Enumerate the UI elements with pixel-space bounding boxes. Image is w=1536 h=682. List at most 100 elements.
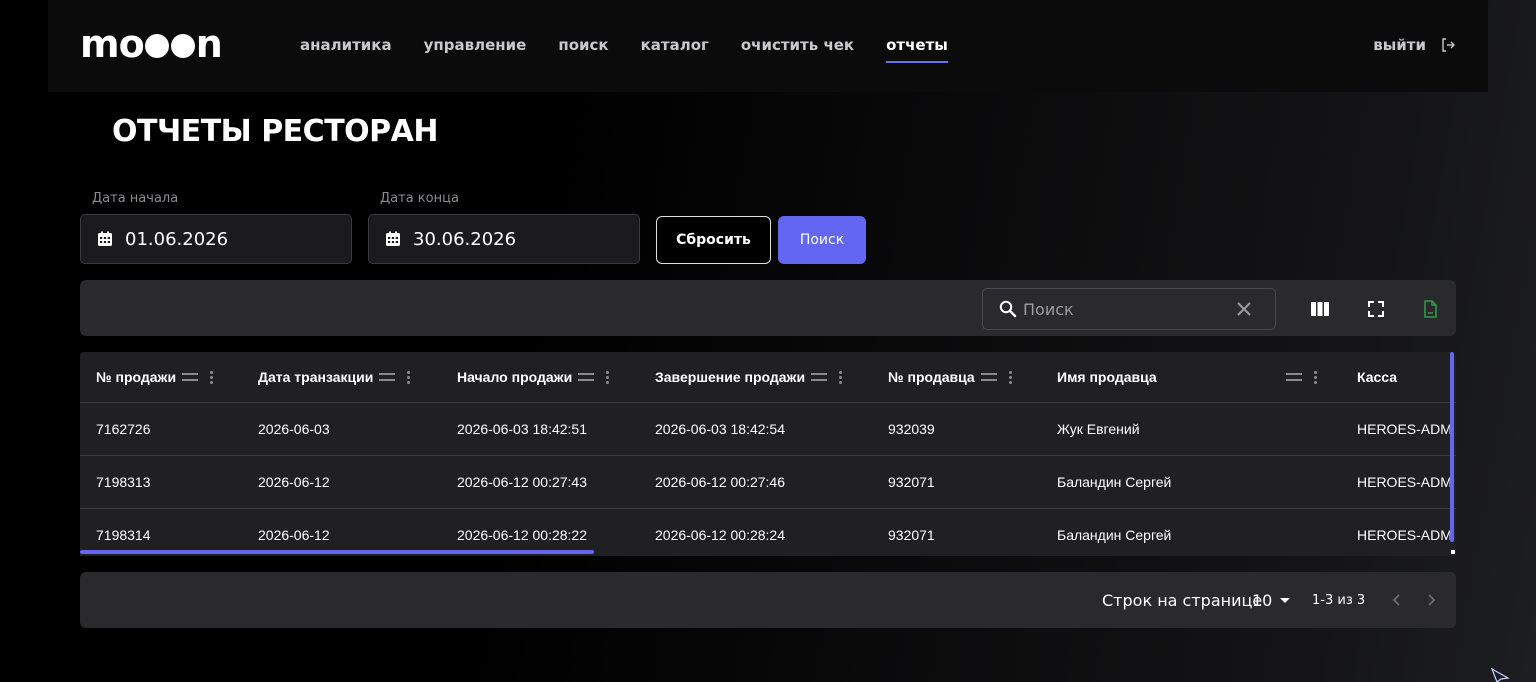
cell-sale-start: 2026-06-12 00:27:43 — [457, 474, 587, 490]
column-header-register[interactable]: Касса — [1357, 352, 1397, 402]
logout-button[interactable]: выйти — [1373, 36, 1456, 54]
cell-seller-name: Баландин Сергей — [1057, 527, 1172, 543]
vertical-scrollbar[interactable] — [1450, 352, 1454, 542]
horizontal-scrollbar[interactable] — [80, 550, 594, 554]
cell-seller-number: 932039 — [888, 421, 935, 437]
cell-transaction-date: 2026-06-12 — [258, 527, 330, 543]
start-date-field[interactable]: 01.06.2026 — [80, 214, 352, 264]
table-row[interactable]: 7198313 2026-06-12 2026-06-12 00:27:43 2… — [80, 456, 1456, 509]
rows-per-page-value: 10 — [1252, 591, 1273, 610]
nav-item-analytics[interactable]: аналитика — [300, 36, 392, 60]
cell-sale-start: 2026-06-12 00:28:22 — [457, 527, 587, 543]
sort-icon[interactable] — [811, 373, 828, 381]
search-button[interactable]: Поиск — [778, 216, 866, 264]
end-date-field[interactable]: 30.06.2026 — [368, 214, 640, 264]
table-row[interactable]: 7198314 2026-06-12 2026-06-12 00:28:22 2… — [80, 509, 1456, 556]
column-menu-icon[interactable] — [1008, 370, 1012, 384]
clear-search-icon[interactable] — [1235, 300, 1253, 318]
cell-sale-number: 7198314 — [96, 527, 151, 543]
top-navbar: mo n аналитика управление поиск каталог о… — [48, 0, 1488, 92]
cell-transaction-date: 2026-06-12 — [258, 474, 330, 490]
column-menu-icon[interactable] — [839, 370, 843, 384]
nav-item-reports[interactable]: отчеты — [886, 36, 948, 63]
calendar-icon — [98, 231, 112, 246]
column-menu-icon[interactable] — [606, 370, 610, 384]
column-header-sale-start[interactable]: Начало продажи — [457, 352, 610, 402]
nav-item-management[interactable]: управление — [424, 36, 527, 60]
start-date-value: 01.06.2026 — [125, 228, 229, 250]
next-page-icon[interactable] — [1424, 592, 1438, 608]
cell-sale-number: 7198313 — [96, 474, 151, 490]
scrollbar-corner — [1451, 550, 1455, 554]
column-header-sale-end[interactable]: Завершение продажи — [655, 352, 843, 402]
table-search-box — [982, 288, 1276, 330]
end-date-value: 30.06.2026 — [413, 228, 517, 250]
column-header-seller-number[interactable]: № продавца — [888, 352, 1012, 402]
reset-button[interactable]: Сбросить — [656, 216, 771, 264]
cell-seller-name: Баландин Сергей — [1057, 474, 1172, 490]
nav-item-search[interactable]: поиск — [558, 36, 608, 60]
column-header-seller-name-controls — [1280, 352, 1317, 402]
column-menu-icon[interactable] — [407, 370, 411, 384]
column-header-label: Завершение продажи — [655, 369, 806, 385]
sort-icon[interactable] — [182, 373, 199, 381]
app-logo[interactable]: mo n — [80, 22, 223, 66]
column-menu-icon[interactable] — [1314, 370, 1317, 384]
logo-dot — [170, 34, 195, 58]
column-header-label: Дата транзакции — [258, 369, 374, 385]
pagination-bar: Строк на странице 10 1-3 из 3 — [80, 572, 1456, 628]
cell-sale-end: 2026-06-12 00:27:46 — [655, 474, 785, 490]
search-icon — [999, 300, 1017, 318]
calendar-icon — [386, 231, 400, 246]
column-header-transaction-date[interactable]: Дата транзакции — [258, 352, 411, 402]
main-nav: аналитика управление поиск каталог очист… — [300, 36, 980, 63]
cell-seller-name: Жук Евгений — [1057, 421, 1140, 437]
export-csv-icon[interactable] — [1420, 299, 1440, 319]
sort-icon[interactable] — [1286, 373, 1302, 381]
cell-sale-end: 2026-06-03 18:42:54 — [655, 421, 785, 437]
column-header-sale-number[interactable]: № продажи — [96, 352, 214, 402]
cell-register: HEROES-ADM — [1357, 474, 1452, 490]
column-header-label: № продавца — [888, 369, 975, 385]
data-table: № продажи Дата транзакции Начало продажи… — [80, 352, 1456, 556]
column-header-label: Касса — [1357, 369, 1398, 385]
table-toolbar — [80, 280, 1456, 336]
logout-icon — [1442, 38, 1455, 52]
table-header-row: № продажи Дата транзакции Начало продажи… — [80, 352, 1456, 403]
sort-icon[interactable] — [578, 373, 595, 381]
cell-register: HEROES-ADM — [1357, 421, 1452, 437]
columns-icon[interactable] — [1310, 299, 1330, 319]
logo-dot — [144, 34, 169, 58]
end-date-label: Дата конца — [380, 191, 459, 206]
cell-seller-number: 932071 — [888, 527, 935, 543]
column-menu-icon[interactable] — [210, 370, 214, 384]
table-row[interactable]: 7162726 2026-06-03 2026-06-03 18:42:51 2… — [80, 403, 1456, 456]
sort-icon[interactable] — [379, 373, 396, 381]
prev-page-icon[interactable] — [1390, 592, 1404, 608]
table-search-input[interactable] — [1023, 299, 1223, 319]
cell-register: HEROES-ADM — [1357, 527, 1452, 543]
sort-icon[interactable] — [980, 373, 997, 381]
logo-text-left: mo — [80, 22, 145, 66]
nav-item-catalog[interactable]: каталог — [641, 36, 709, 60]
cell-sale-start: 2026-06-03 18:42:51 — [457, 421, 587, 437]
column-header-label: Начало продажи — [457, 369, 573, 385]
nav-item-clear-receipt[interactable]: очистить чек — [741, 36, 854, 60]
cell-seller-number: 932071 — [888, 474, 935, 490]
column-header-label: Имя продавца — [1057, 369, 1157, 385]
page-range: 1-3 из 3 — [1312, 593, 1366, 608]
column-header-seller-name[interactable]: Имя продавца — [1057, 352, 1157, 402]
mouse-cursor-icon — [1490, 668, 1510, 682]
cell-sale-end: 2026-06-12 00:28:24 — [655, 527, 785, 543]
cell-transaction-date: 2026-06-03 — [258, 421, 330, 437]
rows-per-page-label: Строк на странице — [1102, 591, 1263, 610]
logout-label: выйти — [1373, 36, 1426, 54]
column-header-label: № продажи — [96, 369, 177, 385]
chevron-down-icon — [1280, 598, 1291, 603]
logo-text-right: n — [195, 22, 223, 66]
cell-sale-number: 7162726 — [96, 421, 151, 437]
fullscreen-icon[interactable] — [1366, 299, 1386, 319]
start-date-label: Дата начала — [92, 191, 179, 206]
page-title: ОТЧЕТЫ РЕСТОРАН — [112, 114, 438, 149]
rows-per-page-select[interactable]: 10 — [1252, 591, 1291, 610]
